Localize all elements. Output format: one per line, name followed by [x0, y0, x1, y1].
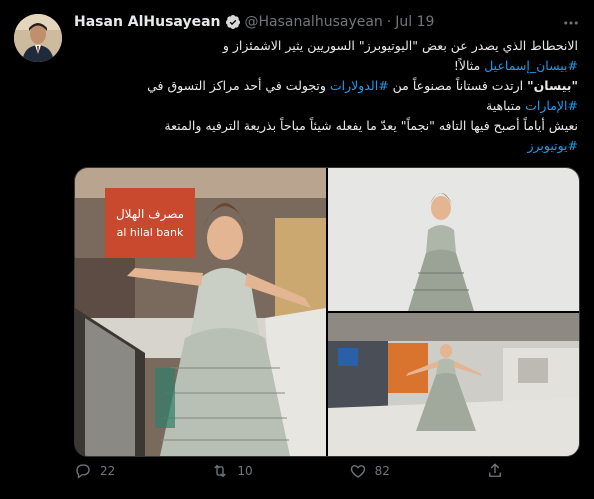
more-icon[interactable] — [562, 14, 580, 32]
tweet-text-segment: الانحطاط الذي يصدر عن بعض "اليوتيوبرز" ا… — [222, 38, 578, 53]
tweet-text-segment: مثالاً! — [453, 58, 485, 73]
photo-mall-escalator[interactable]: مصرف الهلال al hilal bank — [75, 168, 326, 456]
bold-text: "بيسان" — [527, 78, 578, 93]
reply-button[interactable]: 22 — [74, 462, 115, 480]
photo-mall-hall[interactable] — [328, 313, 579, 456]
share-icon — [489, 463, 501, 477]
tweet-text-segment: وتجولت في أحد مراكز التسوق في — [147, 78, 330, 93]
svg-text:al hilal bank: al hilal bank — [117, 226, 184, 239]
hashtag-link[interactable]: #الدولارات — [330, 78, 389, 93]
tweet-text: الانحطاط الذي يصدر عن بعض "اليوتيوبرز" ا… — [74, 36, 578, 156]
tweet-date[interactable]: Jul 19 — [395, 12, 434, 32]
tweet-actions: 22 10 82 — [74, 462, 504, 480]
photo-studio-portrait[interactable] — [328, 168, 579, 311]
author-display-name[interactable]: Hasan AlHusayean — [74, 12, 221, 32]
hashtag-link[interactable]: #بيسان_إسماعيل — [484, 58, 578, 73]
tweet-text-segment: ارتدت فستاناً مصنوعاً من — [388, 78, 528, 93]
tweet-header: Hasan AlHusayean @Hasanalhusayean · Jul … — [74, 12, 434, 32]
media-grid: مصرف الهلال al hilal bank — [74, 167, 580, 457]
like-count: 82 — [374, 464, 390, 478]
tweet-text-line: #يوتيوبرز — [74, 136, 578, 156]
tweet-text-line: "بيسان" ارتدت فستاناً مصنوعاً من #الدولا… — [74, 76, 578, 96]
tweet-text-line: نعيش أياماً أصبح فيها التافه "نجماً" يعد… — [74, 116, 578, 136]
retweet-icon — [214, 464, 227, 478]
verified-badge-icon — [225, 14, 241, 30]
retweet-count: 10 — [237, 464, 253, 478]
hashtag-link[interactable]: #يوتيوبرز — [527, 138, 578, 153]
avatar[interactable] — [14, 14, 62, 62]
reply-icon — [76, 464, 90, 479]
header-separator: · — [386, 14, 392, 30]
tweet-text-segment: نعيش أياماً أصبح فيها التافه "نجماً" يعد… — [164, 118, 578, 133]
tweet-text-segment: متباهية — [486, 98, 526, 113]
hashtag-link[interactable]: #الإمارات — [525, 98, 578, 113]
share-button[interactable] — [486, 462, 504, 480]
heart-icon — [350, 465, 365, 478]
svg-text:مصرف الهلال: مصرف الهلال — [116, 207, 184, 222]
author-handle[interactable]: @Hasanalhusayean — [245, 12, 383, 32]
reply-count: 22 — [100, 464, 116, 478]
avatar-image — [14, 14, 62, 62]
like-button[interactable]: 82 — [349, 462, 390, 480]
retweet-button[interactable]: 10 — [211, 462, 253, 480]
tweet-text-line: #الإمارات متباهية — [74, 96, 578, 116]
tweet-text-line: الانحطاط الذي يصدر عن بعض "اليوتيوبرز" ا… — [74, 36, 578, 56]
tweet-text-line: #بيسان_إسماعيل مثالاً! — [74, 56, 578, 76]
